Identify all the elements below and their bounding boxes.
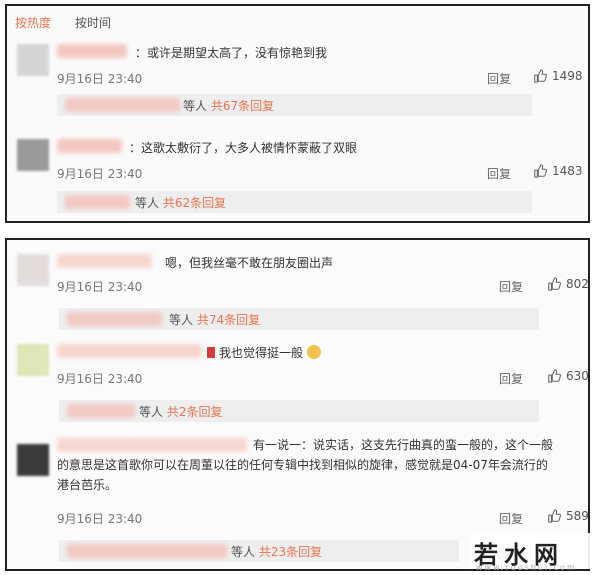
sub-reply-count-link[interactable]: 共2条回复 (167, 405, 223, 419)
reply-button[interactable]: 回复 (499, 370, 523, 387)
sticker-icon (207, 347, 215, 358)
sub-reply-names-blurred (67, 312, 162, 326)
tab-time[interactable]: 按时间 (75, 14, 111, 31)
sub-reply-suffix: 等人 (135, 196, 160, 210)
sub-replies[interactable]: 等人 共74条回复 (59, 308, 539, 330)
username-blurred[interactable] (57, 139, 122, 153)
avatar[interactable] (17, 44, 49, 76)
thumb-up-icon (548, 369, 561, 383)
username-blurred[interactable] (57, 44, 127, 58)
sub-reply-names-blurred (65, 195, 130, 209)
sub-reply-suffix: 等人 (169, 313, 194, 327)
comment-text: ：这歌太敷衍了，大多人被情怀蒙蔽了双眼 (129, 141, 358, 155)
sub-reply-names-blurred (65, 98, 180, 112)
reply-button[interactable]: 回复 (487, 165, 511, 182)
sub-replies[interactable]: 等人 共23条回复 (59, 540, 459, 562)
sub-reply-suffix: 等人 (231, 545, 256, 559)
sub-reply-count-link[interactable]: 共67条回复 (211, 99, 274, 113)
like-button[interactable]: 1483 (533, 164, 583, 178)
sub-replies[interactable]: 等人 共2条回复 (59, 400, 539, 422)
avatar[interactable] (17, 344, 49, 376)
reply-button[interactable]: 回复 (487, 70, 511, 87)
watermark-url: www.ruoshui.com (476, 563, 577, 572)
thumb-up-icon (534, 69, 547, 83)
reply-button[interactable]: 回复 (499, 510, 523, 527)
comment-text: 我也觉得挺一般 (207, 344, 321, 361)
username-blurred[interactable] (57, 344, 202, 358)
comments-panel-bottom: 嗯，但我丝毫不敢在朋友圈出声 9月16日 23:40 回复 802 等人 共74… (5, 238, 590, 571)
like-button[interactable]: 1498 (533, 69, 583, 83)
like-count: 1498 (552, 69, 583, 83)
comment-time: 9月16日 23:40 (57, 167, 143, 181)
comment-time: 9月16日 23:40 (57, 512, 143, 526)
comment-text-body: 我也觉得挺一般 (219, 346, 304, 360)
reply-button[interactable]: 回复 (499, 278, 523, 295)
like-count: 589 (566, 509, 589, 523)
like-button[interactable]: 589 (547, 509, 589, 523)
thumb-up-icon (534, 164, 547, 178)
like-count: 1483 (552, 164, 583, 178)
sub-replies[interactable]: 等人 共67条回复 (57, 94, 532, 116)
sub-reply-count-link[interactable]: 共23条回复 (259, 545, 322, 559)
comment-item: 嗯，但我丝毫不敢在朋友圈出声 9月16日 23:40 回复 802 等人 共74… (7, 250, 589, 335)
comments-panel-top: 按热度 按时间 ：或许是期望太高了，没有惊艳到我 9月16日 23:40 回复 … (5, 4, 590, 223)
avatar[interactable] (17, 254, 49, 286)
sub-reply-names-blurred (67, 404, 135, 418)
comment-text: 有一说一：说实话，这支先行曲真的蛮一般的，这个一般的意思是这首歌你可以在周董以往… (57, 438, 554, 492)
thumb-up-icon (548, 277, 561, 291)
like-button[interactable]: 630 (547, 369, 589, 383)
avatar[interactable] (17, 139, 49, 171)
sub-reply-suffix: 等人 (139, 405, 164, 419)
comment-item: 我也觉得挺一般 9月16日 23:40 回复 630 等人 共2条回复 (7, 340, 589, 425)
comment-time: 9月16日 23:40 (57, 72, 143, 86)
thumb-up-icon (548, 509, 561, 523)
sub-reply-count-link[interactable]: 共74条回复 (197, 313, 260, 327)
sub-reply-suffix: 等人 (183, 99, 208, 113)
like-count: 802 (566, 277, 589, 291)
face-emoji-icon (306, 345, 321, 359)
sub-reply-count-link[interactable]: 共62条回复 (163, 196, 226, 210)
avatar[interactable] (17, 444, 49, 476)
comment-item: ：或许是期望太高了，没有惊艳到我 9月16日 23:40 回复 1498 等人 … (7, 36, 588, 126)
comment-text: ：或许是期望太高了，没有惊艳到我 (135, 46, 328, 60)
sub-replies[interactable]: 等人 共62条回复 (57, 191, 532, 213)
comment-text: 嗯，但我丝毫不敢在朋友圈出声 (165, 256, 334, 270)
site-watermark: 若水网 www.ruoshui.com (470, 533, 590, 572)
comment-time: 9月16日 23:40 (57, 372, 143, 386)
like-count: 630 (566, 369, 589, 383)
comment-item: ：这歌太敷衍了，大多人被情怀蒙蔽了双眼 9月16日 23:40 回复 1483 … (7, 131, 588, 221)
comment-time: 9月16日 23:40 (57, 280, 143, 294)
tab-hot[interactable]: 按热度 (15, 14, 51, 31)
username-blurred[interactable] (57, 254, 152, 268)
sub-reply-names-blurred (67, 544, 227, 558)
like-button[interactable]: 802 (547, 277, 589, 291)
sort-tabs: 按热度 按时间 (15, 14, 111, 31)
